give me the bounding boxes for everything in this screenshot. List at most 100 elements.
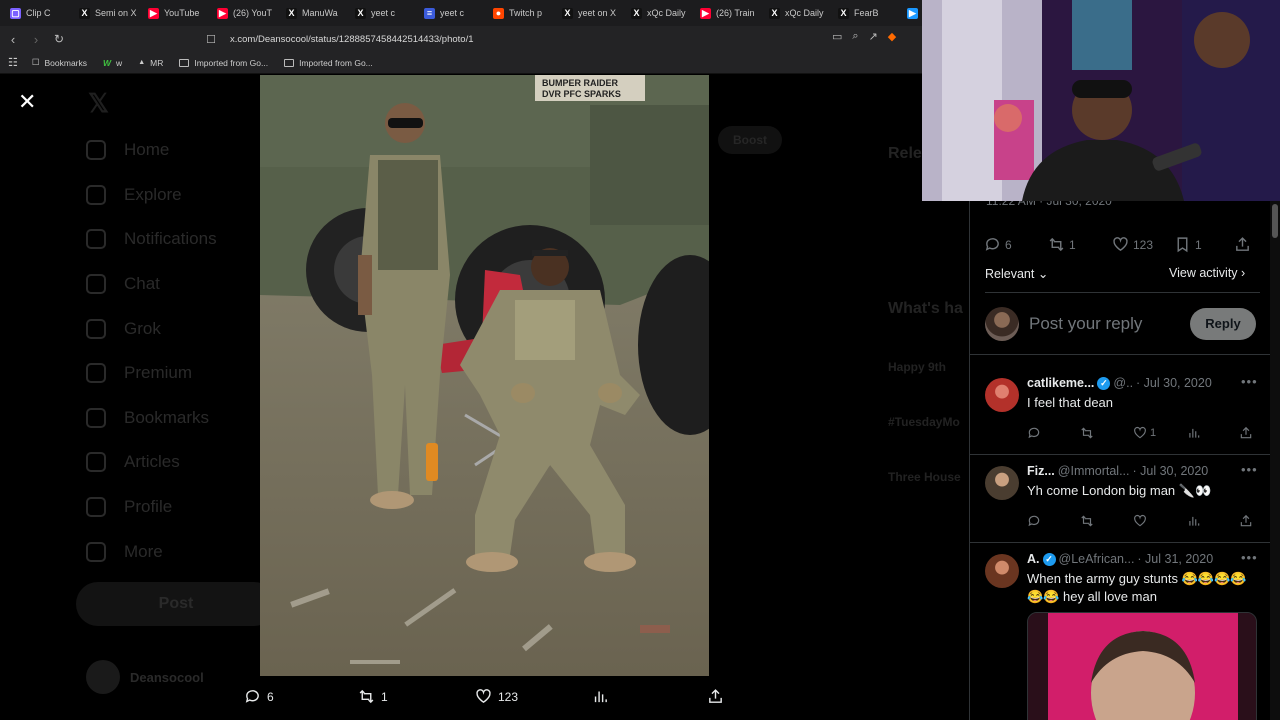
browser-tab[interactable]: XxQc Daily [765, 2, 832, 24]
share-icon[interactable]: ↗ [869, 30, 878, 43]
share-icon[interactable] [1239, 514, 1253, 528]
views-action[interactable] [592, 688, 609, 705]
avatar[interactable] [985, 378, 1019, 412]
repost-icon[interactable] [1080, 426, 1094, 440]
reply-author-name[interactable]: catlikeme... [1027, 376, 1094, 390]
view-activity-link[interactable]: View activity › [1169, 266, 1245, 280]
analytics-icon[interactable] [1187, 514, 1201, 528]
sidebar-item-label: Bookmarks [124, 407, 210, 427]
nav-icon [86, 140, 106, 161]
browser-tab[interactable]: Xyeet c [351, 2, 418, 24]
sidebar-item-label: More [124, 541, 163, 561]
sort-label: Relevant [985, 267, 1035, 281]
back-icon[interactable]: ‹ [3, 29, 23, 49]
reply-author-handle[interactable]: @.. [1113, 376, 1133, 390]
share-icon [709, 689, 722, 703]
reply-author-name[interactable]: A. [1027, 552, 1040, 566]
like-action[interactable]: 1 [1133, 426, 1156, 440]
nav-icon [86, 318, 106, 339]
forward-icon[interactable]: › [26, 29, 46, 49]
browser-tab[interactable]: XxQc Daily [627, 2, 694, 24]
like-action[interactable]: 123 [1112, 236, 1153, 253]
reply-icon[interactable] [1027, 514, 1041, 528]
share-icon[interactable] [1239, 426, 1253, 440]
browser-tab[interactable]: ▶ (26) Train [696, 2, 763, 24]
avatar[interactable] [985, 466, 1019, 500]
close-icon[interactable]: ✕ [18, 91, 36, 113]
browser-tab[interactable]: X Semi on X [75, 2, 142, 24]
browser-tab[interactable]: ▶ (26) YouT [213, 2, 280, 24]
bookmark-icon: ☐ [31, 57, 40, 67]
reply-author-handle[interactable]: @Immortal... [1058, 464, 1130, 478]
browser-tab[interactable]: X ManuWa [282, 2, 349, 24]
scrollbar-thumb[interactable] [1272, 204, 1278, 238]
browser-tab[interactable]: X FearB [834, 2, 901, 24]
reply-author-handle[interactable]: @LeAfrican... [1059, 552, 1135, 566]
reply-action[interactable]: 6 [244, 688, 274, 705]
bookmark-label: Bookmarks [44, 57, 88, 68]
more-icon[interactable]: ••• [1241, 374, 1258, 389]
tab-favicon-icon: ● [493, 7, 504, 19]
repost-action[interactable]: 1 [358, 688, 388, 705]
repost-icon[interactable] [1080, 514, 1094, 528]
account-switcher-dimmed: Deansocool [86, 660, 204, 694]
bookmark-folder-1[interactable]: Imported from Go... [179, 58, 268, 68]
tab-favicon-icon: X [562, 7, 573, 19]
tab-favicon-icon: X [355, 7, 366, 19]
sidebar-item-dimmed: Explore [86, 173, 256, 218]
bookmark-folder-2[interactable]: Imported from Go... [284, 58, 373, 68]
reply-date[interactable]: · Jul 30, 2020 [1136, 376, 1212, 390]
verified-icon: ✓ [1097, 376, 1111, 390]
list-item[interactable]: A. ✓ @LeAfrican... · Jul 31, 2020 ••• Wh… [970, 550, 1270, 720]
reply-author-name[interactable]: Fiz... [1027, 464, 1055, 478]
reply-media[interactable] [1027, 612, 1257, 720]
browser-tab[interactable]: Xyeet on X [558, 2, 625, 24]
reply-icon[interactable] [1027, 426, 1041, 440]
browser-tab[interactable]: ▢ Clip C [6, 2, 73, 24]
bookmark-item-mr[interactable]: ▲ MR [138, 58, 163, 68]
tab-label: Twitch p [509, 8, 543, 18]
repost-action[interactable]: 1 [1048, 236, 1076, 253]
repost-count: 1 [1069, 237, 1076, 252]
boost-button-dimmed: Boost [718, 126, 782, 154]
reply-input[interactable]: Post your reply [1029, 314, 1142, 334]
avatar[interactable] [985, 554, 1019, 588]
reply-action[interactable]: 6 [984, 236, 1012, 253]
list-item[interactable]: catlikeme... ✓ @.. · Jul 30, 2020 ••• I … [970, 374, 1270, 454]
browser-tab[interactable]: ≡ yeet c [420, 2, 487, 24]
browser-tab[interactable]: ▶ YouTube [144, 2, 211, 24]
reply-date[interactable]: · Jul 30, 2020 [1133, 464, 1209, 478]
reload-icon[interactable]: ↻ [49, 29, 69, 49]
x-logo-icon: 𝕏 [88, 88, 109, 118]
reply-text: I feel that dean [1027, 395, 1114, 410]
bookmark-label: MR [150, 57, 164, 68]
tab-label: (26) YouT [233, 8, 273, 18]
more-icon[interactable]: ••• [1241, 462, 1258, 477]
share-action[interactable] [707, 688, 724, 705]
post-photo[interactable]: BUMPER RAIDER DVR PFC SPARKS [260, 75, 709, 676]
bookmark-item-bookmarks[interactable]: ☐ Bookmarks [32, 57, 87, 68]
reply-icon [245, 690, 259, 703]
sort-replies-dropdown[interactable]: Relevant ⌄ [985, 266, 1048, 281]
analytics-icon[interactable] [1187, 426, 1201, 440]
shield-icon[interactable]: ◆ [888, 30, 896, 43]
browser-tab[interactable]: ● Twitch p [489, 2, 556, 24]
share-action[interactable] [1234, 236, 1251, 253]
repost-icon [1049, 237, 1064, 252]
like-action[interactable]: 123 [475, 688, 518, 705]
reply-button[interactable]: Reply [1190, 308, 1256, 340]
bookmark-item-w[interactable]: W w [103, 58, 122, 68]
bookmark-action[interactable]: 1 [1174, 236, 1202, 253]
apps-icon[interactable]: ☷ [8, 56, 18, 69]
reply-date[interactable]: · Jul 31, 2020 [1137, 552, 1213, 566]
more-icon[interactable]: ••• [1241, 550, 1258, 565]
bookmark-page-icon[interactable]: ☐ [201, 29, 221, 49]
bookmark-count: 1 [1195, 237, 1202, 252]
zoom-icon[interactable]: ⌕ [852, 30, 858, 43]
trend-item: #TuesdayMo [888, 415, 960, 429]
heart-icon[interactable] [1133, 514, 1147, 528]
svg-text:BUMPER RAIDER: BUMPER RAIDER [542, 78, 619, 88]
list-item[interactable]: Fiz... @Immortal... · Jul 30, 2020 ••• Y… [970, 462, 1270, 542]
reader-icon[interactable]: ▭ [832, 30, 842, 43]
scrollbar[interactable] [1270, 200, 1280, 720]
